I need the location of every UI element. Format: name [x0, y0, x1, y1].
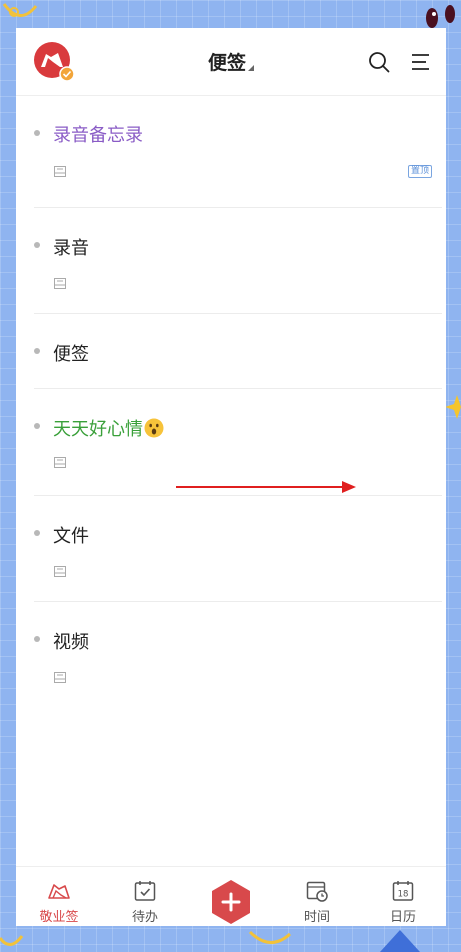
dropdown-caret-icon [248, 65, 254, 71]
note-item[interactable]: 文件 [34, 496, 442, 602]
calendar-check-icon [134, 881, 156, 901]
note-item[interactable]: 便签 [34, 314, 442, 389]
tab-time[interactable]: 时间 [274, 867, 360, 927]
decorative-swirl-icon [0, 930, 420, 952]
note-bullet [34, 242, 40, 248]
tab-label: 敬业签 [39, 910, 79, 925]
surprised-face-emoji [144, 418, 164, 438]
menu-icon[interactable] [408, 50, 432, 74]
page-title: 便签 [207, 52, 246, 74]
add-note-button[interactable] [210, 879, 252, 925]
search-icon[interactable] [367, 50, 391, 74]
note-bullet [34, 348, 40, 354]
note-item[interactable]: 录音备忘录 置顶 [34, 96, 442, 208]
notes-app-screen: 便签 录音备忘录 置顶 录音 便签 天天好心情 文件 视频 敬业签 待办 时间 … [16, 28, 446, 926]
note-title: 视频 [53, 632, 89, 653]
note-bullet [34, 130, 40, 136]
note-bullet [34, 636, 40, 642]
note-title: 天天好心情 [53, 419, 143, 440]
note-item[interactable]: 录音 [34, 208, 442, 314]
note-folder-icon [48, 884, 70, 899]
note-bullet [34, 530, 40, 536]
clock-calendar-icon [306, 881, 328, 902]
tab-label: 日历 [389, 910, 416, 925]
decorative-star-icon [445, 395, 461, 419]
tab-label: 待办 [131, 910, 158, 925]
annotation-arrow-icon [176, 481, 356, 493]
note-title: 录音 [53, 238, 89, 259]
attachment-icon [54, 278, 66, 289]
tab-calendar[interactable]: 18 日历 [360, 867, 446, 927]
attachment-icon [54, 672, 66, 683]
notes-list: 录音备忘录 置顶 录音 便签 天天好心情 文件 视频 [16, 96, 446, 708]
attachment-icon [54, 457, 66, 468]
note-title-with-emoji: 天天好心情 [53, 415, 164, 441]
note-item[interactable]: 视频 [34, 602, 442, 708]
calendar-18-icon: 18 [392, 881, 414, 901]
decorative-swirl-icon [2, 3, 38, 17]
tab-jingyeqian[interactable]: 敬业签 [16, 867, 102, 927]
note-title: 便签 [53, 344, 89, 365]
tab-label: 时间 [303, 910, 330, 925]
attachment-icon [54, 166, 66, 177]
note-bullet [34, 423, 40, 429]
note-title: 录音备忘录 [53, 125, 143, 146]
pinned-badge: 置顶 [407, 165, 432, 178]
app-header: 便签 [16, 28, 446, 96]
bottom-tab-bar: 敬业签 待办 时间 18 日历 [16, 866, 446, 926]
tab-todo[interactable]: 待办 [102, 867, 188, 927]
calendar-day-number: 18 [398, 890, 409, 900]
attachment-icon [54, 566, 66, 577]
note-title: 文件 [53, 526, 89, 547]
